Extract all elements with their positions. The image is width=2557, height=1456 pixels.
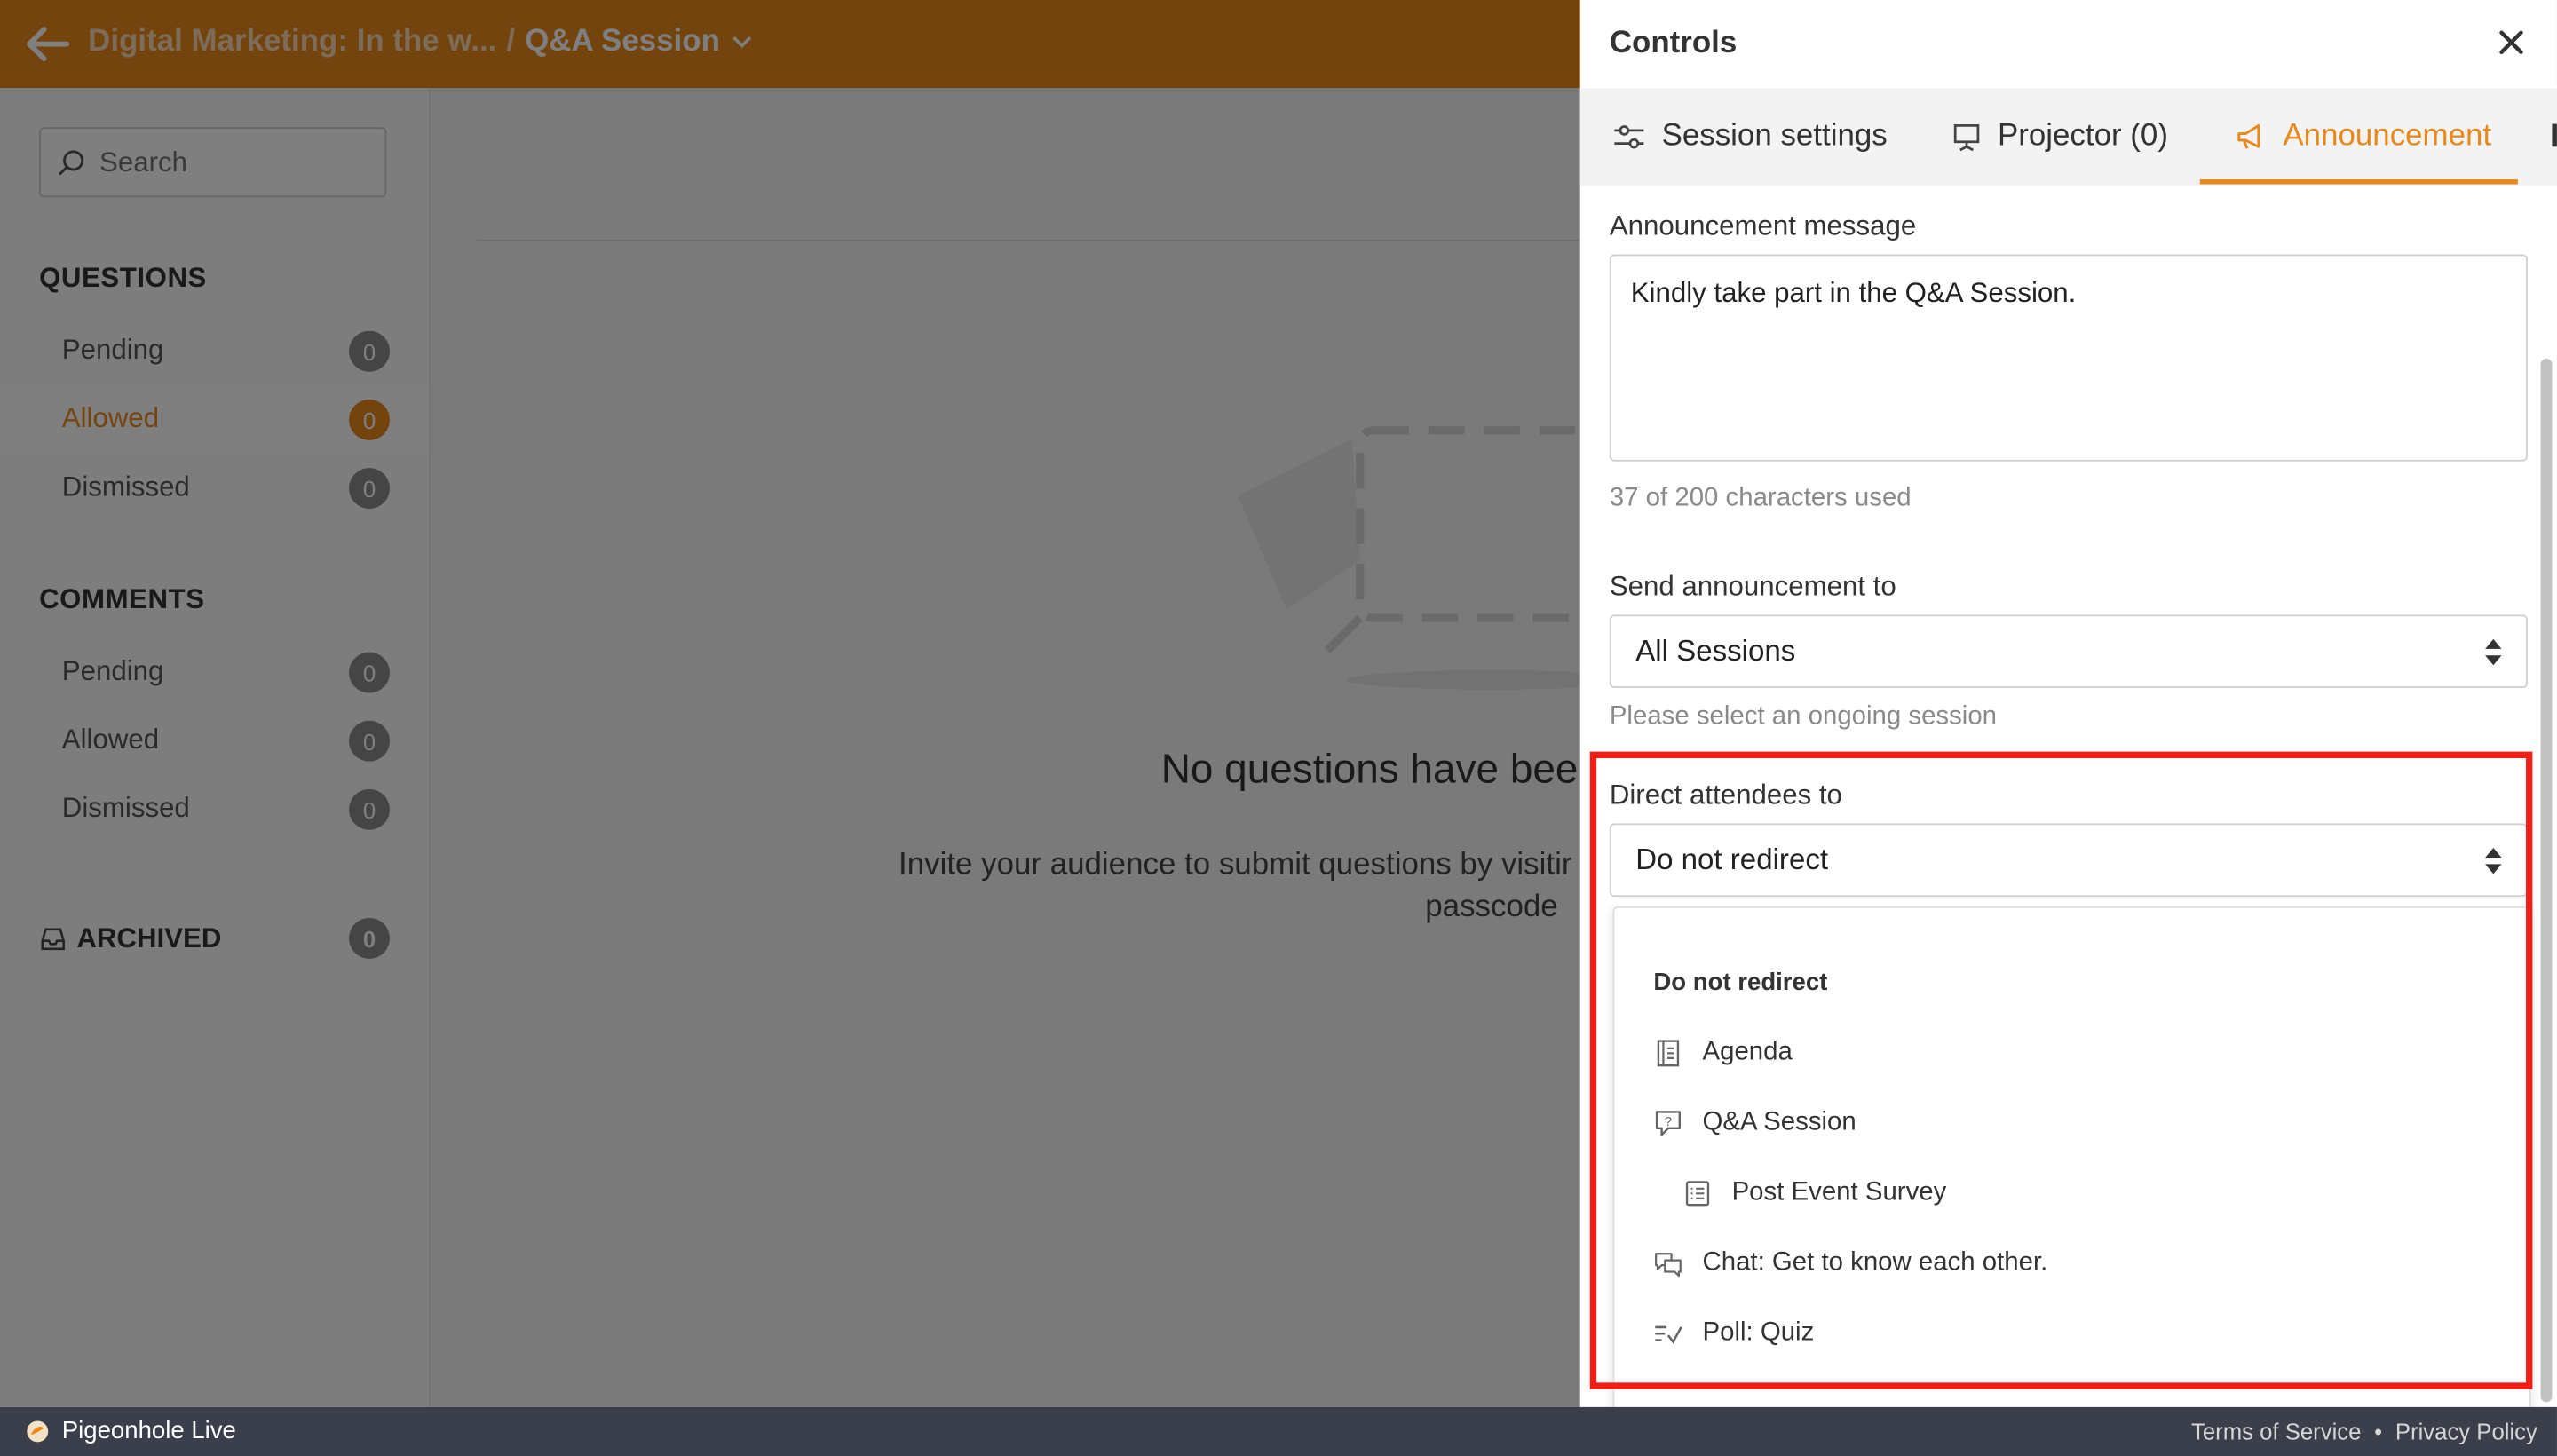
brand[interactable]: Pigeonhole Live: [26, 1417, 236, 1444]
tab-label: Session settings: [1661, 119, 1888, 154]
option-agenda[interactable]: Agenda: [1653, 1029, 1793, 1078]
tab-announcement[interactable]: Announcement: [2234, 88, 2491, 186]
option-label: Post Event Survey: [1731, 1178, 1947, 1207]
panel-header: Controls: [1580, 0, 2557, 88]
option-label: Chat: Get to know each other.: [1702, 1248, 2048, 1277]
modal-overlay[interactable]: [0, 0, 1580, 1407]
projector-icon: [1953, 123, 1980, 151]
redirect-dropdown-menu: Do not redirect Agenda ? Q&A Session Pos…: [1612, 906, 2531, 1407]
direct-attendees-label: Direct attendees to: [1609, 779, 1842, 811]
panel-scrollbar[interactable]: [2540, 359, 2553, 1403]
terms-link[interactable]: Terms of Service: [2191, 1419, 2361, 1444]
megaphone-icon: [2237, 123, 2260, 149]
option-label: Agenda: [1702, 1038, 1793, 1067]
select-arrows-icon: [2485, 847, 2502, 874]
active-tab-indicator: [2199, 179, 2518, 185]
option-chat[interactable]: Chat: Get to know each other.: [1653, 1239, 2047, 1288]
survey-icon: [1685, 1181, 1710, 1207]
footer-links: Terms of Service • Privacy Policy: [2191, 1419, 2537, 1444]
brand-name: Pigeonhole Live: [61, 1416, 236, 1445]
pigeonhole-logo-icon: [27, 1420, 49, 1442]
select-arrows-icon: [2485, 638, 2502, 666]
poll-icon: [1655, 1325, 1682, 1344]
select-value: All Sessions: [1635, 634, 1796, 668]
option-label: Do not redirect: [1653, 967, 1828, 996]
direct-attendees-select[interactable]: Do not redirect: [1609, 823, 2528, 898]
tab-session-settings[interactable]: Session settings: [1612, 88, 1888, 186]
announcement-textarea[interactable]: Kindly take part in the Q&A Session.: [1609, 254, 2528, 462]
send-to-hint: Please select an ongoing session: [1609, 702, 1998, 731]
privacy-link[interactable]: Privacy Policy: [2395, 1419, 2537, 1444]
send-to-label: Send announcement to: [1609, 570, 1896, 602]
option-label: Poll: Quiz: [1702, 1318, 1815, 1347]
chat-icon: [1655, 1253, 1682, 1278]
question-bubble-icon: ?: [1655, 1111, 1681, 1136]
footer-dot: •: [2374, 1418, 2383, 1445]
sliders-icon: [1614, 125, 1644, 149]
char-count: 37 of 200 characters used: [1609, 484, 1912, 512]
option-do-not-redirect[interactable]: Do not redirect: [1653, 957, 1827, 1006]
option-label: Q&A Session: [1702, 1108, 1856, 1137]
panel-title: Controls: [1609, 26, 1738, 60]
tab-label: Projector (0): [1997, 119, 2168, 154]
option-poll-quiz[interactable]: Poll: Quiz: [1653, 1310, 1814, 1358]
tab-projector[interactable]: Projector (0): [1952, 88, 2168, 186]
option-qa-session[interactable]: ? Q&A Session: [1653, 1099, 1856, 1148]
footer: Pigeonhole Live Terms of Service • Priva…: [0, 1406, 2557, 1456]
send-to-select[interactable]: All Sessions: [1609, 614, 2528, 689]
close-icon[interactable]: [2495, 26, 2528, 59]
more-tabs-indicator[interactable]: [2552, 123, 2557, 147]
tab-label: Announcement: [2283, 119, 2492, 154]
svg-text:?: ?: [1665, 1115, 1672, 1129]
agenda-icon: [1657, 1040, 1680, 1067]
select-value: Do not redirect: [1635, 843, 1829, 876]
option-post-event-survey[interactable]: Post Event Survey: [1682, 1169, 1946, 1218]
tab-bar: Session settings Projector (0) Announcem…: [1579, 88, 2557, 186]
controls-panel: Controls Session settings Projector (0) …: [1579, 0, 2557, 1407]
announcement-label: Announcement message: [1609, 210, 1917, 241]
